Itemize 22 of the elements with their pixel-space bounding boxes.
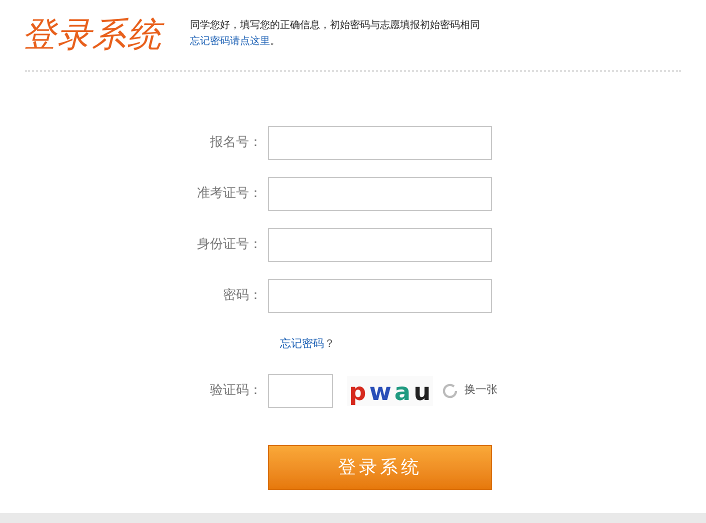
question-mark: ？ bbox=[324, 336, 335, 352]
notice-text: 同学您好，填写您的正确信息，初始密码与志愿填报初始密码相同 bbox=[190, 18, 480, 33]
field-label: 报名号： bbox=[209, 134, 262, 152]
forgot-password-link[interactable]: 忘记密码 bbox=[280, 336, 324, 352]
captcha-letter: u bbox=[414, 378, 431, 406]
field-label: 身份证号： bbox=[196, 236, 262, 254]
captcha-letter: a bbox=[394, 378, 411, 406]
input-field[interactable] bbox=[268, 177, 492, 211]
period-text: 。 bbox=[270, 35, 280, 49]
input-field[interactable] bbox=[268, 279, 492, 313]
field-label: 准考证号： bbox=[196, 185, 262, 204]
refresh-link[interactable]: 换一张 bbox=[464, 382, 498, 399]
captcha-letter: w bbox=[369, 378, 392, 406]
captcha-field[interactable] bbox=[268, 374, 333, 408]
captcha-letter: p bbox=[349, 378, 366, 406]
field-label: 密码： bbox=[222, 287, 262, 306]
refresh-icon[interactable] bbox=[440, 382, 459, 400]
input-field[interactable] bbox=[268, 126, 492, 160]
page-title: 登录系统 bbox=[22, 14, 162, 56]
input-field[interactable] bbox=[268, 228, 492, 262]
captcha-label: 验证码： bbox=[209, 382, 262, 400]
forgot-password-link[interactable]: 忘记密码请点这里 bbox=[190, 34, 270, 50]
